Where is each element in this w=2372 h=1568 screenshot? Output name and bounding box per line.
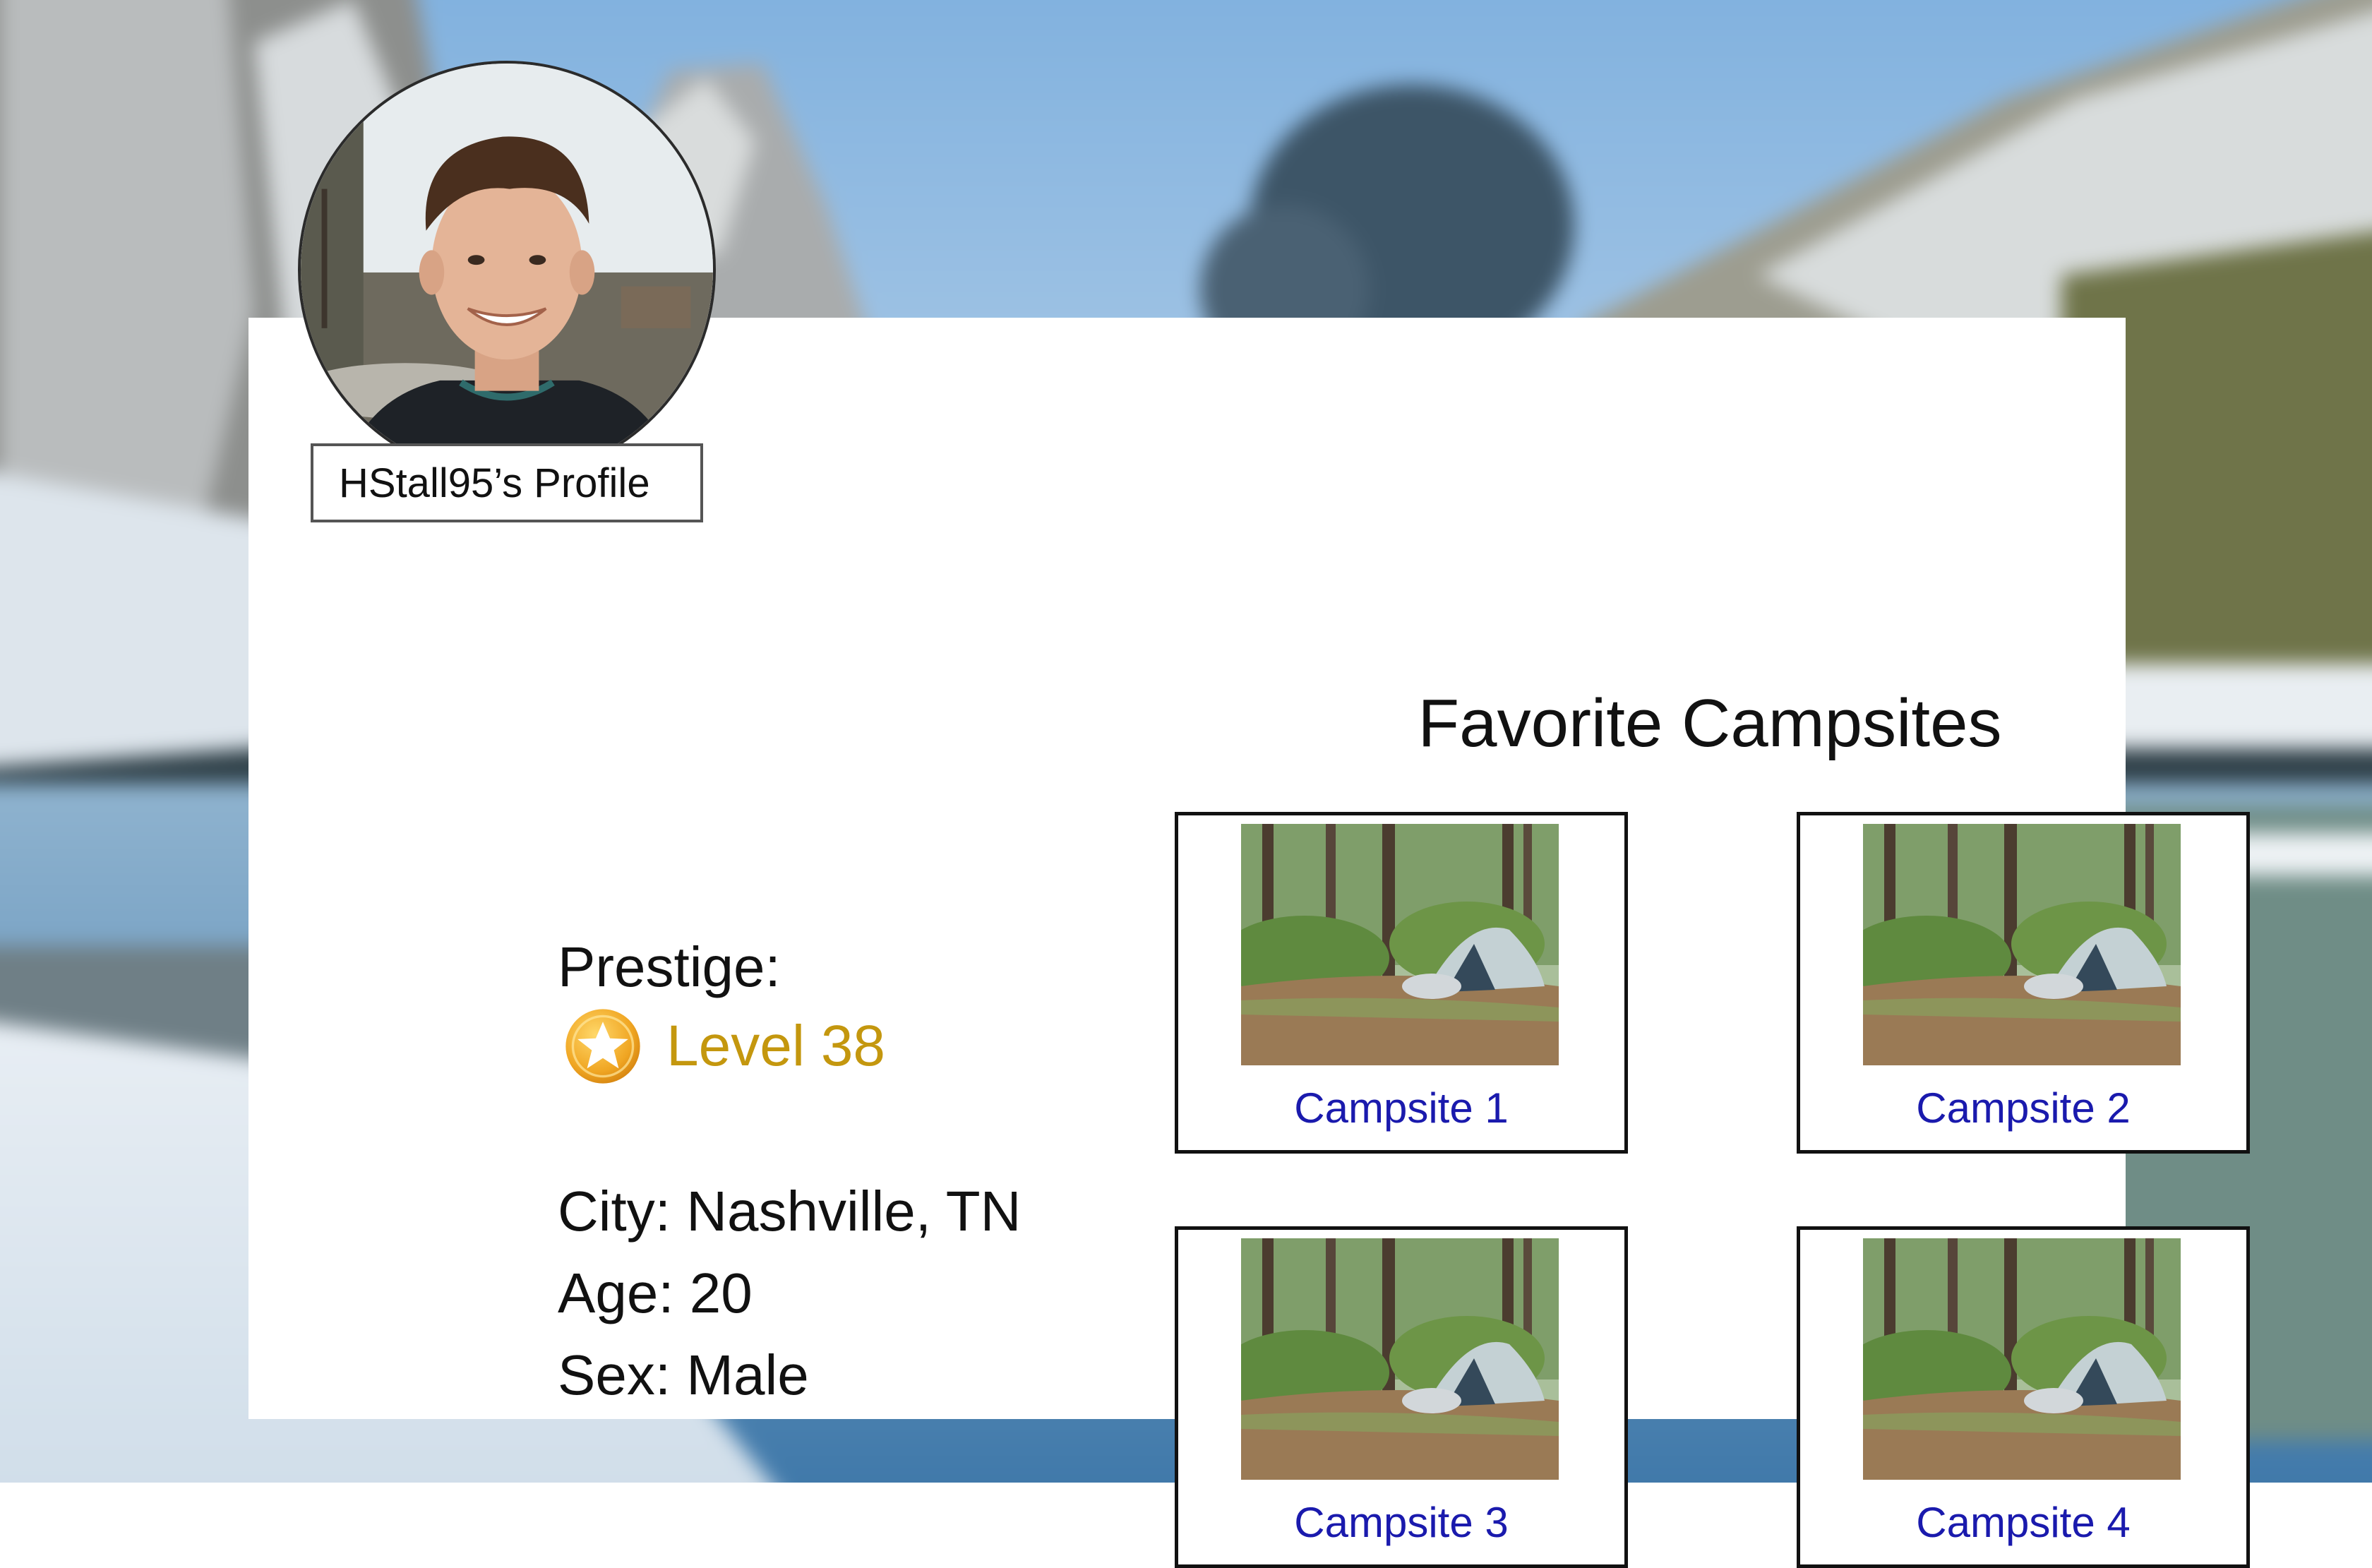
campsite-card-1[interactable]: Campsite 1 xyxy=(1175,812,1628,1154)
campsite-label[interactable]: Campsite 3 xyxy=(1178,1498,1624,1547)
campsite-card-4[interactable]: Campsite 4 xyxy=(1797,1226,2250,1568)
campsite-label[interactable]: Campsite 4 xyxy=(1800,1498,2246,1547)
favorite-campsites-title: Favorite Campsites xyxy=(1418,686,2002,761)
level-text: Level 38 xyxy=(666,1014,886,1078)
prestige-level: Level 38 xyxy=(563,1007,885,1086)
city-text: City: Nashville, TN xyxy=(558,1180,1022,1243)
campsite-card-2[interactable]: Campsite 2 xyxy=(1797,812,2250,1154)
campsite-label[interactable]: Campsite 2 xyxy=(1800,1084,2246,1132)
campsite-label[interactable]: Campsite 1 xyxy=(1178,1084,1624,1132)
campsite-thumbnail xyxy=(1863,824,2181,1065)
campsite-card-3[interactable]: Campsite 3 xyxy=(1175,1226,1628,1568)
age-text: Age: 20 xyxy=(558,1262,753,1324)
campsite-thumbnail xyxy=(1241,1238,1559,1480)
sex-text: Sex: Male xyxy=(558,1343,809,1406)
star-badge-icon xyxy=(565,1009,640,1084)
campsite-thumbnail xyxy=(1863,1238,2181,1480)
campsite-thumbnail xyxy=(1241,824,1559,1065)
profile-name-tag: HStall95’s Profile xyxy=(311,443,703,522)
avatar[interactable] xyxy=(298,61,716,479)
prestige-label: Prestige: xyxy=(558,935,781,998)
